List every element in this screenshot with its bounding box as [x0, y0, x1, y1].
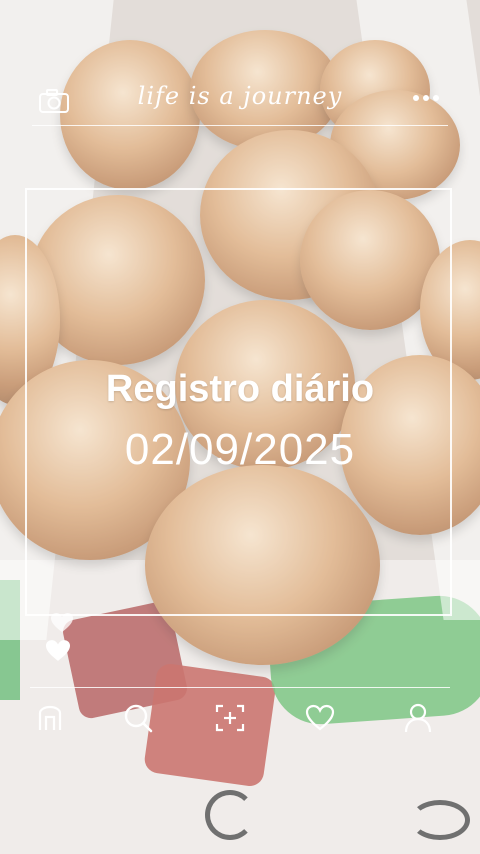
bottom-navigation: [0, 700, 480, 736]
post-date: 02/09/2025: [124, 425, 356, 474]
heart-icon-filled[interactable]: [44, 636, 72, 671]
header-divider: [32, 125, 448, 126]
nav-divider: [30, 687, 450, 688]
search-icon[interactable]: [120, 700, 156, 736]
add-photo-icon[interactable]: [212, 700, 248, 736]
post-title: Registro diário: [105, 368, 375, 410]
profile-icon[interactable]: [400, 700, 436, 736]
home-icon[interactable]: [32, 700, 68, 736]
heart-icon-small: [50, 612, 74, 639]
app-brand-text: life is a journey: [137, 82, 343, 110]
more-icon[interactable]: [412, 88, 440, 108]
top-bar: life is a journey: [0, 80, 480, 120]
reaction-stack: [42, 612, 82, 672]
heart-icon[interactable]: [302, 700, 338, 736]
